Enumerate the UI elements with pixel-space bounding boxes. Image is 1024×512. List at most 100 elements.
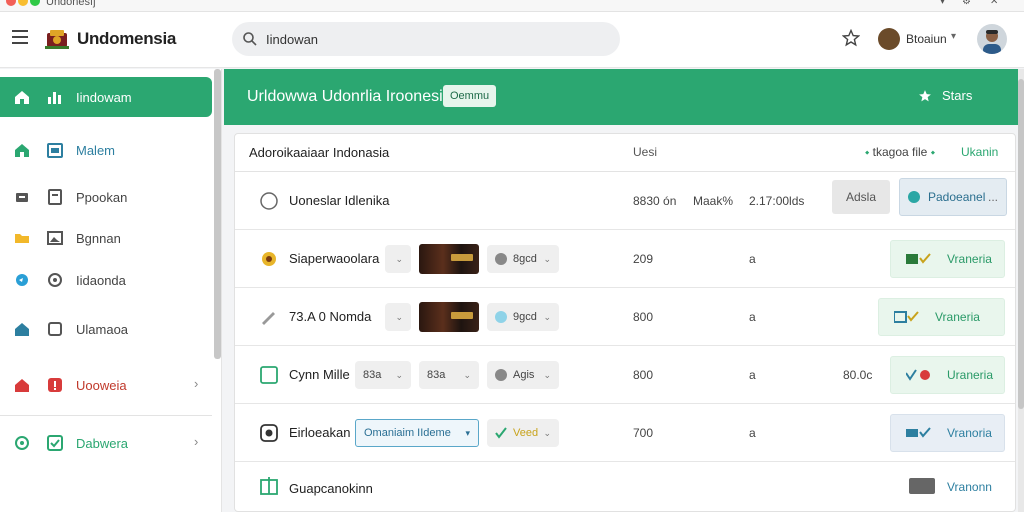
star-icon[interactable] bbox=[842, 29, 860, 47]
dropdown-value: 83a bbox=[427, 369, 446, 381]
row-value: 209 bbox=[633, 252, 654, 266]
status-chip[interactable]: Oemmu bbox=[443, 85, 497, 107]
sidebar-item-label: Ulamaoa bbox=[76, 322, 129, 337]
bell-icon[interactable]: ▾ bbox=[940, 0, 945, 7]
calendar-icon bbox=[47, 143, 63, 158]
search-bar[interactable] bbox=[232, 22, 620, 56]
search-icon bbox=[243, 32, 257, 46]
row-value: a bbox=[749, 426, 756, 440]
row-value: a bbox=[749, 252, 756, 266]
row-select[interactable]: Omaniaim IIdeme ▾ bbox=[355, 419, 479, 447]
user-name[interactable]: Btoaiun bbox=[906, 32, 947, 46]
sidebar-item-ulamaoa[interactable]: Ulamaoa bbox=[0, 309, 212, 349]
chevron-down-icon: ⌄ bbox=[395, 370, 403, 380]
table-row[interactable]: Guapcanokinn Vranonn bbox=[235, 462, 1015, 511]
row-value: a bbox=[749, 368, 756, 382]
row-dropdown[interactable]: ⌄ bbox=[385, 303, 411, 331]
pencil-icon bbox=[262, 312, 275, 325]
table-row[interactable]: Siaperwaoolara ⌄ 8gcd ⌄ 209 a Vraneria bbox=[235, 230, 1015, 288]
more-icon[interactable]: ... bbox=[988, 179, 998, 215]
chevron-right-icon[interactable]: › bbox=[194, 434, 198, 449]
table-row[interactable]: Eirloeakan Omaniaim IIdeme ▾ Veed ⌄ 700 … bbox=[235, 404, 1015, 462]
record-icon bbox=[260, 424, 278, 442]
circle-icon bbox=[495, 369, 507, 381]
vraneria-button[interactable]: Vraneria bbox=[890, 240, 1005, 278]
sidebar-item-label: Ppookan bbox=[76, 190, 128, 205]
stars-button[interactable]: Stars bbox=[919, 88, 972, 103]
sidebar-item-iindowam[interactable]: Iindowam bbox=[0, 77, 212, 117]
row-pill[interactable]: 9gcd ⌄ bbox=[487, 303, 559, 331]
minimize-window-button[interactable] bbox=[18, 0, 28, 6]
sidebar-item-label: Bgnnan bbox=[76, 231, 121, 246]
top-header: Undomensia Btoaiun ▾ bbox=[0, 12, 1024, 68]
padoeanel-label: Padoeanel bbox=[928, 190, 986, 204]
window-title: Undonesfj bbox=[46, 0, 96, 8]
uraneria-button[interactable]: Uraneria bbox=[890, 356, 1005, 394]
sidebar-item-dabwera[interactable]: Dabwera › bbox=[0, 423, 212, 463]
radio-icon[interactable] bbox=[259, 191, 279, 211]
check-globe-icon bbox=[906, 369, 930, 381]
sidebar-item-uooweia[interactable]: Uooweia › bbox=[0, 365, 212, 405]
home-icon bbox=[15, 379, 29, 392]
chevron-down-icon: ⌄ bbox=[543, 428, 551, 438]
padoeanel-button[interactable]: Padoeanel ... bbox=[899, 178, 1007, 216]
thumbnail-image[interactable] bbox=[419, 302, 479, 332]
vranonn-link[interactable]: Vranonn bbox=[947, 480, 992, 494]
table-row[interactable]: Uoneslar Idlenika 8830 ón Maak% 2.17:00l… bbox=[235, 172, 1015, 230]
row-dropdown[interactable]: ⌄ bbox=[385, 245, 411, 273]
adsla-button[interactable]: Adsla bbox=[832, 180, 890, 214]
row-value: 8830 ón bbox=[633, 194, 677, 208]
row-pill[interactable]: 8gcd ⌄ bbox=[487, 245, 559, 273]
sidebar-item-bgnnan[interactable]: Bgnnan bbox=[0, 218, 212, 258]
check-icon bbox=[495, 427, 507, 439]
menu-icon[interactable] bbox=[12, 30, 28, 44]
vranoria-button[interactable]: Vranoria bbox=[890, 414, 1005, 452]
maximize-window-button[interactable] bbox=[30, 0, 40, 6]
sidebar-scrollbar[interactable] bbox=[214, 69, 221, 359]
sidebar-divider bbox=[0, 415, 212, 416]
row-dropdown[interactable]: 83a ⌄ bbox=[419, 361, 479, 389]
pill-label: 8gcd bbox=[513, 253, 537, 265]
sidebar-item-malem[interactable]: Malem bbox=[0, 130, 212, 170]
select-value: Omaniaim IIdeme bbox=[364, 427, 451, 439]
globe-icon bbox=[16, 274, 28, 286]
row-dropdown[interactable]: 83a ⌄ bbox=[355, 361, 411, 389]
file-link-label: tkagoa file bbox=[872, 145, 928, 159]
file-link[interactable]: ⬩ tkagoa file ⬩ bbox=[865, 145, 935, 160]
sidebar-item-label: Iindowam bbox=[76, 90, 132, 105]
chevron-down-icon: ⌄ bbox=[543, 312, 551, 322]
row-pill[interactable]: Agis ⌄ bbox=[487, 361, 559, 389]
avatar[interactable] bbox=[977, 24, 1007, 54]
arrow-icon: ⬩ bbox=[927, 145, 936, 159]
folder-icon bbox=[15, 234, 29, 243]
settings-icon[interactable]: ⚙ bbox=[962, 0, 971, 7]
circle-icon bbox=[495, 311, 507, 323]
page-scrollbar[interactable] bbox=[1018, 69, 1024, 512]
sidebar-item-ppookan[interactable]: Ppookan bbox=[0, 177, 212, 217]
uraneria-label: Uraneria bbox=[947, 368, 994, 382]
dropdown-value: 83a bbox=[363, 369, 382, 381]
sidebar-item-label: Malem bbox=[76, 143, 116, 158]
content-panel: Adoroikaaiaar Indonasia Uesi ⬩ tkagoa fi… bbox=[234, 133, 1016, 512]
user-badge-icon bbox=[878, 28, 900, 50]
chevron-right-icon[interactable]: › bbox=[194, 376, 198, 391]
chevron-down-icon: ⌄ bbox=[543, 254, 551, 264]
warning-icon bbox=[48, 378, 62, 392]
vranoria-label: Vranoria bbox=[947, 426, 992, 440]
close-window-button[interactable] bbox=[6, 0, 16, 6]
chevron-down-icon: ⌄ bbox=[543, 370, 551, 380]
window-titlebar: Undonesfj ▾ ⚙ ✕ bbox=[0, 0, 1024, 12]
ukanin-link[interactable]: Ukanin bbox=[961, 145, 998, 159]
checkbox-icon[interactable] bbox=[259, 365, 279, 385]
close-icon[interactable]: ✕ bbox=[990, 0, 998, 7]
search-input[interactable] bbox=[266, 30, 596, 48]
sidebar-item-label: Iidaonda bbox=[76, 273, 126, 288]
badge-icon bbox=[262, 252, 276, 266]
sidebar-item-iidaonda[interactable]: Iidaonda bbox=[0, 260, 212, 300]
thumbnail-image[interactable] bbox=[419, 244, 479, 274]
table-row[interactable]: 73.A 0 Nomda ⌄ 9gcd ⌄ 800 a Vraneria bbox=[235, 288, 1015, 346]
chevron-down-icon[interactable]: ▾ bbox=[951, 31, 956, 42]
vraneria-button[interactable]: Vraneria bbox=[878, 298, 1005, 336]
table-row[interactable]: Cynn Mille 83a ⌄ 83a ⌄ Agis ⌄ 800 a 80.0c … bbox=[235, 346, 1015, 404]
row-pill[interactable]: Veed ⌄ bbox=[487, 419, 559, 447]
